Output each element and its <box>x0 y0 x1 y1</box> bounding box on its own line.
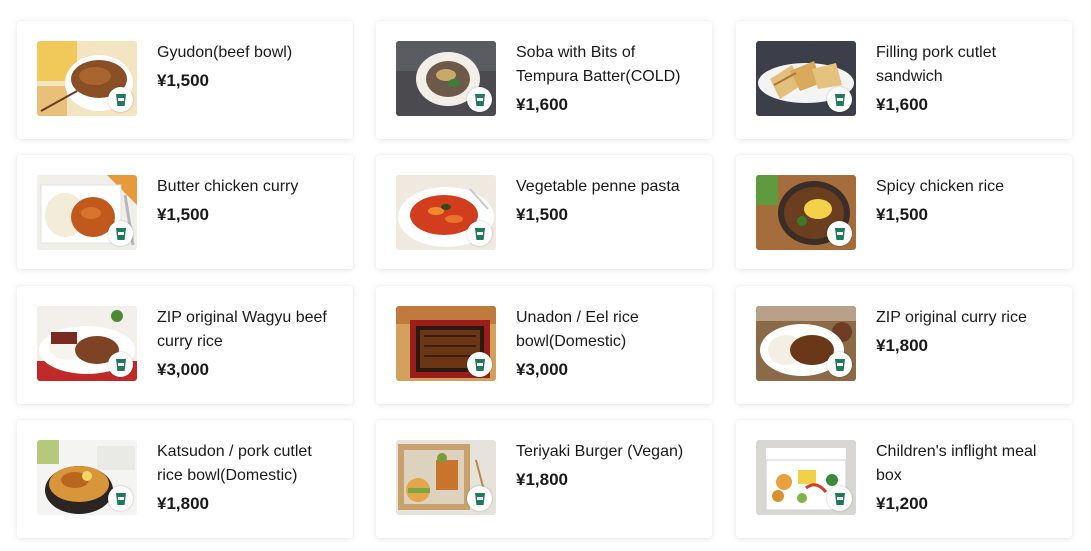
item-price: ¥1,500 <box>876 205 928 224</box>
menu-grid: Gyudon(beef bowl) ¥1,500 Soba with Bits … <box>0 0 1091 551</box>
menu-card[interactable]: Katsudon / pork cutlet rice bowl(Domesti… <box>17 420 353 538</box>
menu-card[interactable]: Soba with Bits of Tempura Batter(COLD) ¥… <box>376 21 712 139</box>
menu-card[interactable]: Teriyaki Burger (Vegan) ¥1,800 <box>376 420 712 538</box>
to-go-cup-icon[interactable] <box>467 221 492 246</box>
item-price: ¥1,500 <box>157 71 209 90</box>
item-price: ¥1,600 <box>876 95 928 114</box>
item-name: Vegetable penne pasta <box>516 178 680 195</box>
item-name: Soba with Bits of Tempura Batter(COLD) <box>516 44 681 85</box>
item-price: ¥1,200 <box>876 494 928 513</box>
food-photo-pasta <box>396 175 496 250</box>
item-price: ¥1,600 <box>516 95 568 114</box>
to-go-cup-icon[interactable] <box>827 87 852 112</box>
food-photo-curry <box>37 175 137 250</box>
to-go-cup-icon[interactable] <box>827 352 852 377</box>
item-name: ZIP original curry rice <box>876 309 1027 326</box>
item-price: ¥3,000 <box>516 360 568 379</box>
to-go-cup-icon[interactable] <box>108 352 133 377</box>
item-price: ¥1,800 <box>157 494 209 513</box>
item-price: ¥1,500 <box>516 205 568 224</box>
to-go-cup-icon[interactable] <box>827 486 852 511</box>
food-photo-beef-bowl <box>37 41 137 116</box>
item-name: Children's inflight meal box <box>876 443 1037 484</box>
to-go-cup-icon[interactable] <box>467 87 492 112</box>
food-photo-unadon <box>396 306 496 381</box>
food-photo-wagyu-curry <box>37 306 137 381</box>
menu-card[interactable]: ZIP original curry rice ¥1,800 <box>736 286 1072 404</box>
menu-card[interactable]: Vegetable penne pasta ¥1,500 <box>376 155 712 269</box>
food-photo-sandwich <box>756 41 856 116</box>
item-name: Gyudon(beef bowl) <box>157 44 293 61</box>
food-photo-katsudon <box>37 440 137 515</box>
food-photo-curry-rice <box>756 306 856 381</box>
menu-card[interactable]: ZIP original Wagyu beef curry rice ¥3,00… <box>17 286 353 404</box>
item-price: ¥1,800 <box>516 470 568 489</box>
food-photo-soba <box>396 41 496 116</box>
item-price: ¥3,000 <box>157 360 209 379</box>
menu-card[interactable]: Filling pork cutlet sandwich ¥1,600 <box>736 21 1072 139</box>
to-go-cup-icon[interactable] <box>108 486 133 511</box>
to-go-cup-icon[interactable] <box>467 486 492 511</box>
to-go-cup-icon[interactable] <box>827 221 852 246</box>
item-price: ¥1,500 <box>157 205 209 224</box>
menu-card[interactable]: Butter chicken curry ¥1,500 <box>17 155 353 269</box>
to-go-cup-icon[interactable] <box>108 87 133 112</box>
item-name: Filling pork cutlet sandwich <box>876 44 997 85</box>
item-name: Spicy chicken rice <box>876 178 1005 195</box>
menu-card[interactable]: Unadon / Eel rice bowl(Domestic) ¥3,000 <box>376 286 712 404</box>
item-name: Teriyaki Burger (Vegan) <box>516 443 684 460</box>
item-price: ¥1,800 <box>876 336 928 355</box>
item-name: Butter chicken curry <box>157 178 299 195</box>
to-go-cup-icon[interactable] <box>467 352 492 377</box>
food-photo-kids-box <box>756 440 856 515</box>
menu-card[interactable]: Children's inflight meal box ¥1,200 <box>736 420 1072 538</box>
food-photo-burger <box>396 440 496 515</box>
food-photo-chicken-rice <box>756 175 856 250</box>
item-name: Unadon / Eel rice bowl(Domestic) <box>516 309 639 350</box>
item-name: Katsudon / pork cutlet rice bowl(Domesti… <box>157 443 312 484</box>
item-name: ZIP original Wagyu beef curry rice <box>157 309 327 350</box>
menu-card[interactable]: Spicy chicken rice ¥1,500 <box>736 155 1072 269</box>
menu-card[interactable]: Gyudon(beef bowl) ¥1,500 <box>17 21 353 139</box>
to-go-cup-icon[interactable] <box>108 221 133 246</box>
